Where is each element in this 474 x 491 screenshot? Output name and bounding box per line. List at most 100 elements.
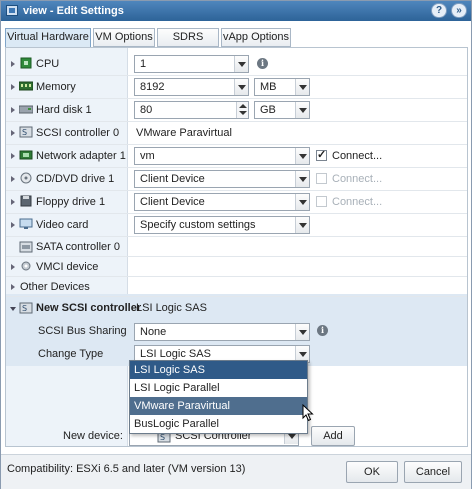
network-connect-checkbox[interactable] [316,148,327,161]
cd-dvd-select[interactable]: Client Device [134,170,310,188]
new-scsi-controller-row: S New SCSI controller LSI Logic SAS [6,297,467,320]
vmci-device-row: VMCI device [6,257,467,277]
video-card-label: Video card [36,219,89,231]
video-card-select[interactable]: Specify custom settings [134,216,310,234]
cpu-select[interactable]: 1 [134,55,249,73]
cd-dvd-row: CD/DVD drive 1 Client Device Connect... [6,168,467,191]
change-type-value: LSI Logic SAS [140,348,211,360]
floppy-row: Floppy drive 1 Client Device Connect... [6,191,467,214]
dropdown-option[interactable]: BusLogic Parallel [130,415,307,433]
scsi-controller-icon: S [19,126,33,138]
hard-disk-label: Hard disk 1 [36,104,92,116]
cd-dvd-icon [20,172,32,184]
dropdown-option[interactable]: LSI Logic Parallel [130,379,307,397]
hard-disk-icon [19,105,33,114]
cd-dvd-label: CD/DVD drive 1 [36,173,115,185]
chevron-down-icon[interactable] [295,102,309,118]
network-adapter-icon [19,150,33,160]
cpu-icon [20,57,32,69]
dropdown-option[interactable]: VMware Paravirtual [130,397,307,415]
scsi-bus-sharing-row: SCSI Bus Sharing None i [6,320,467,343]
compatibility-text: Compatibility: ESXi 6.5 and later (VM ve… [7,463,246,475]
stepper-icon[interactable] [236,102,248,118]
svg-text:S: S [22,304,27,313]
hard-disk-value: 80 [140,104,153,116]
expand-arrow-icon[interactable] [11,176,15,182]
chevron-down-icon[interactable] [295,194,309,210]
floppy-label: Floppy drive 1 [36,196,106,208]
expand-arrow-icon[interactable] [11,153,15,159]
chevron-down-icon[interactable] [295,171,309,187]
network-adapter-label: Network adapter 1 [36,150,126,162]
scsi-controller-0-label: SCSI controller 0 [36,127,120,139]
expand-arrow-icon[interactable] [11,222,15,228]
info-icon[interactable]: i [257,58,268,69]
chevron-down-icon[interactable] [234,56,248,72]
cpu-row: CPU 1 i [6,53,467,76]
vm-icon [6,5,18,16]
expand-arrow-icon[interactable] [11,264,15,270]
chevron-down-icon[interactable] [295,79,309,95]
window-title: view - Edit Settings [23,5,124,17]
video-card-icon [19,218,33,229]
scsi-bus-sharing-select[interactable]: None [134,323,310,341]
cd-dvd-value: Client Device [140,173,205,185]
floppy-connect-checkbox[interactable] [316,196,327,207]
add-device-button[interactable]: Add [311,426,355,446]
network-value: vm [140,150,155,162]
network-select[interactable]: vm [134,147,310,165]
expand-arrow-icon[interactable] [11,107,15,113]
scsi-controller-0-row: S SCSI controller 0 VMware Paravirtual [6,122,467,145]
chevron-down-icon[interactable] [234,79,248,95]
network-connect-label: Connect... [332,150,383,162]
dropdown-option[interactable]: LSI Logic SAS [130,361,307,379]
cd-dvd-connect-checkbox[interactable] [316,173,327,184]
memory-unit-select[interactable]: MB [254,78,310,96]
mouse-cursor-icon [302,404,314,422]
chevron-down-icon[interactable] [295,324,309,340]
memory-label: Memory [36,81,76,93]
svg-text:S: S [160,433,165,442]
memory-value: 8192 [140,81,165,93]
video-card-row: Video card Specify custom settings [6,214,467,237]
vmci-device-label: VMCI device [36,261,99,273]
cancel-button[interactable]: Cancel [404,461,462,483]
hard-disk-unit-select[interactable]: GB [254,101,310,119]
other-devices-label: Other Devices [20,281,90,293]
vmci-device-icon [21,261,31,271]
memory-input[interactable]: 8192 [134,78,249,96]
svg-text:S: S [22,128,27,137]
expand-icon[interactable]: » [451,3,467,18]
chevron-down-icon[interactable] [295,148,309,164]
scsi-controller-0-value: VMware Paravirtual [136,127,232,139]
floppy-select[interactable]: Client Device [134,193,310,211]
scsi-bus-sharing-label: SCSI Bus Sharing [38,325,127,337]
title-bar[interactable]: view - Edit Settings ? » [1,1,471,21]
info-icon[interactable]: i [317,325,328,336]
expand-arrow-icon[interactable] [11,84,15,90]
other-devices-row: Other Devices [6,277,467,297]
expand-arrow-icon[interactable] [11,284,15,290]
help-icon[interactable]: ? [431,3,447,18]
cd-dvd-connect-label: Connect... [332,173,383,185]
cpu-label: CPU [36,58,60,70]
tab-sdrs-rules[interactable]: SDRS Rules [157,28,219,60]
ok-button[interactable]: OK [346,461,398,483]
hard-disk-size-input[interactable]: 80 [134,101,249,119]
expand-arrow-icon[interactable] [11,61,15,67]
tab-virtual-hardware[interactable]: Virtual Hardware [5,28,91,48]
new-device-label: New device: [63,430,123,442]
network-adapter-row: Network adapter 1 vm Connect... [6,145,467,168]
collapse-arrow-icon[interactable] [10,307,16,311]
memory-row: Memory 8192 MB [6,76,467,99]
tab-vm-options[interactable]: VM Options [93,28,155,47]
expand-arrow-icon[interactable] [11,130,15,136]
expand-arrow-icon[interactable] [11,199,15,205]
change-type-label: Change Type [38,348,104,360]
tab-vapp-options[interactable]: vApp Options [221,28,291,47]
dialog-footer: Compatibility: ESXi 6.5 and later (VM ve… [1,454,471,489]
floppy-value: Client Device [140,196,205,208]
chevron-down-icon[interactable] [295,217,309,233]
memory-icon [19,81,33,91]
sata-controller-icon [19,241,33,253]
